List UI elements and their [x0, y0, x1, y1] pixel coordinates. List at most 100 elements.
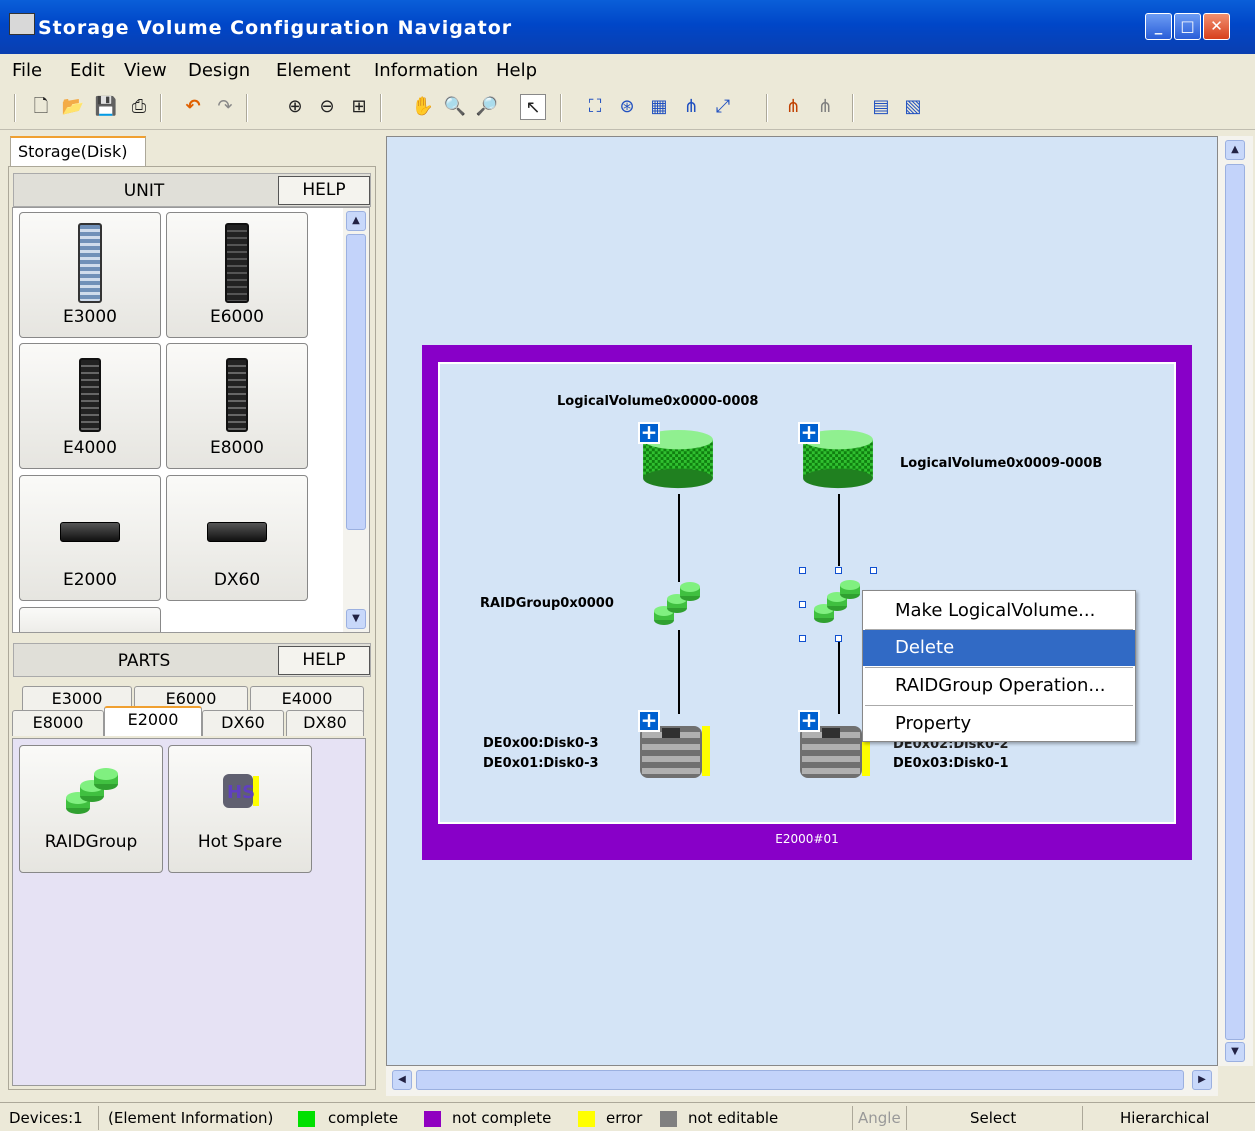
legend-complete: complete	[328, 1109, 399, 1127]
storage-rack-icon	[78, 223, 102, 303]
legend-not-complete: not complete	[452, 1109, 552, 1127]
expand-plus-icon[interactable]: +	[798, 422, 820, 444]
parts-tab-e4000[interactable]: E4000	[250, 686, 364, 712]
unit-help-button[interactable]: HELP	[278, 176, 370, 205]
zoom-in-icon[interactable]: ⊕	[282, 94, 308, 120]
scroll-down-icon[interactable]: ▼	[1225, 1042, 1245, 1062]
selection-handle[interactable]	[799, 635, 806, 642]
menu-edit[interactable]: Edit	[70, 60, 105, 81]
menu-item-delete[interactable]: Delete	[863, 630, 1135, 666]
layout-tree-icon[interactable]: ⛶	[582, 94, 608, 120]
app-icon	[9, 13, 35, 35]
unit-scrollbar[interactable]: ▲ ▼	[343, 208, 369, 632]
edit-chart-icon[interactable]: ▧	[900, 94, 926, 120]
tab-storage-disk[interactable]: Storage(Disk)	[10, 136, 146, 167]
unit-tile-e3000[interactable]: E3000	[19, 212, 161, 338]
fit-icon[interactable]: ⊞	[346, 94, 372, 120]
zoom-select-icon[interactable]: 🔎	[474, 94, 500, 120]
svg-text:HS: HS	[227, 782, 255, 803]
expand-plus-icon[interactable]: +	[638, 710, 660, 732]
parts-help-button[interactable]: HELP	[278, 646, 370, 675]
unit-tile-e2000[interactable]: E2000	[19, 475, 161, 601]
collapse-tree-icon[interactable]: ⋔	[812, 94, 838, 120]
storage-shelf-icon	[207, 522, 267, 542]
scroll-thumb[interactable]	[346, 234, 366, 530]
scroll-thumb[interactable]	[1225, 164, 1245, 1040]
unit-tile-e6000[interactable]: E6000	[166, 212, 308, 338]
selection-handle[interactable]	[835, 635, 842, 642]
toolbar: 🗋 📂 💾 ⎙ ↶ ↷ ⊕ ⊖ ⊞ ✋ 🔍 🔎 ↖ ⛶ ⊛ ▦ ⋔ ⤢ ⋔ ⋔ …	[0, 86, 1255, 130]
expand-tree-icon[interactable]: ⋔	[780, 94, 806, 120]
expand-plus-icon[interactable]: +	[638, 422, 660, 444]
unit-header: UNIT HELP	[13, 173, 371, 207]
zoom-out-icon[interactable]: ⊖	[314, 94, 340, 120]
save-icon[interactable]: 💾	[93, 94, 119, 120]
scroll-up-icon[interactable]: ▲	[346, 211, 366, 231]
scroll-thumb[interactable]	[416, 1070, 1184, 1090]
layout-orth-icon[interactable]: ⤢	[710, 94, 736, 120]
unit-tile-dx60[interactable]: DX60	[166, 475, 308, 601]
selection-handle[interactable]	[799, 567, 806, 574]
storage-rack-icon	[225, 223, 249, 303]
unit-tile-e8000[interactable]: E8000	[166, 343, 308, 469]
legend-swatch-not-complete	[424, 1111, 441, 1127]
raidgroup-icon-selected[interactable]	[812, 580, 862, 628]
mode-status: Select	[970, 1109, 1017, 1127]
menu-element[interactable]: Element	[276, 60, 351, 81]
menu-help[interactable]: Help	[496, 60, 537, 81]
connector-line	[838, 640, 840, 714]
disk-label: DE0x00:Disk0-3	[483, 736, 599, 751]
parts-tab-dx80[interactable]: DX80	[286, 710, 364, 736]
menu-item-raidgroup-operation[interactable]: RAIDGroup Operation...	[863, 668, 1135, 704]
export-icon[interactable]: ▤	[868, 94, 894, 120]
print-icon[interactable]: ⎙	[126, 94, 152, 120]
menu-item-make-logicalvolume[interactable]: Make LogicalVolume...	[863, 593, 1135, 629]
disk-label: DE0x01:Disk0-3	[483, 756, 599, 771]
menu-item-property[interactable]: Property	[863, 706, 1135, 742]
maximize-button[interactable]: □	[1174, 13, 1201, 40]
menu-design[interactable]: Design	[188, 60, 250, 81]
canvas-horizontal-scrollbar[interactable]: ◀ ▶	[386, 1066, 1218, 1096]
raidgroup-icon[interactable]	[652, 582, 702, 630]
parts-tab-e8000[interactable]: E8000	[12, 710, 104, 736]
zoom-region-icon[interactable]: 🔍	[442, 94, 468, 120]
layout-circle-icon[interactable]: ⊛	[614, 94, 640, 120]
frame-label: E2000#01	[775, 832, 839, 846]
undo-icon[interactable]: ↶	[180, 94, 206, 120]
new-icon[interactable]: 🗋	[28, 94, 54, 120]
layout-grid-icon[interactable]: ▦	[646, 94, 672, 120]
close-button[interactable]: ✕	[1203, 13, 1230, 40]
parts-tab-dx60[interactable]: DX60	[202, 710, 284, 736]
context-menu: Make LogicalVolume... Delete RAIDGroup O…	[862, 590, 1136, 742]
open-icon[interactable]: 📂	[60, 94, 86, 120]
menu-file[interactable]: File	[12, 60, 42, 81]
scroll-right-icon[interactable]: ▶	[1192, 1070, 1212, 1090]
parts-label: PARTS	[117, 651, 171, 671]
parts-tab-e2000[interactable]: E2000	[104, 706, 202, 736]
device-count: Devices:1	[9, 1109, 83, 1127]
menu-view[interactable]: View	[124, 60, 167, 81]
layout-hier-icon[interactable]: ⋔	[678, 94, 704, 120]
scroll-down-icon[interactable]: ▼	[346, 609, 366, 629]
selection-handle[interactable]	[870, 567, 877, 574]
scroll-up-icon[interactable]: ▲	[1225, 140, 1245, 160]
parts-tile-raidgroup[interactable]: RAIDGroup	[19, 745, 163, 873]
parts-tile-hot-spare[interactable]: HS Hot Spare	[168, 745, 312, 873]
connector-line	[678, 494, 680, 582]
scroll-left-icon[interactable]: ◀	[392, 1070, 412, 1090]
redo-icon[interactable]: ↷	[212, 94, 238, 120]
unit-tile-partial[interactable]	[19, 607, 161, 632]
expand-plus-icon[interactable]: +	[798, 710, 820, 732]
selection-handle[interactable]	[799, 601, 806, 608]
menu-information[interactable]: Information	[374, 60, 478, 81]
pointer-select-icon[interactable]: ↖	[520, 94, 546, 120]
angle-status: Angle	[858, 1109, 901, 1127]
window-title: Storage Volume Configuration Navigator	[38, 17, 513, 39]
storage-tower-icon	[226, 358, 248, 432]
unit-tile-e4000[interactable]: E4000	[19, 343, 161, 469]
canvas-vertical-scrollbar[interactable]: ▲ ▼	[1218, 136, 1253, 1066]
pan-hand-icon[interactable]: ✋	[410, 94, 436, 120]
legend-error: error	[606, 1109, 643, 1127]
selection-handle[interactable]	[835, 567, 842, 574]
minimize-button[interactable]: _	[1145, 13, 1172, 40]
